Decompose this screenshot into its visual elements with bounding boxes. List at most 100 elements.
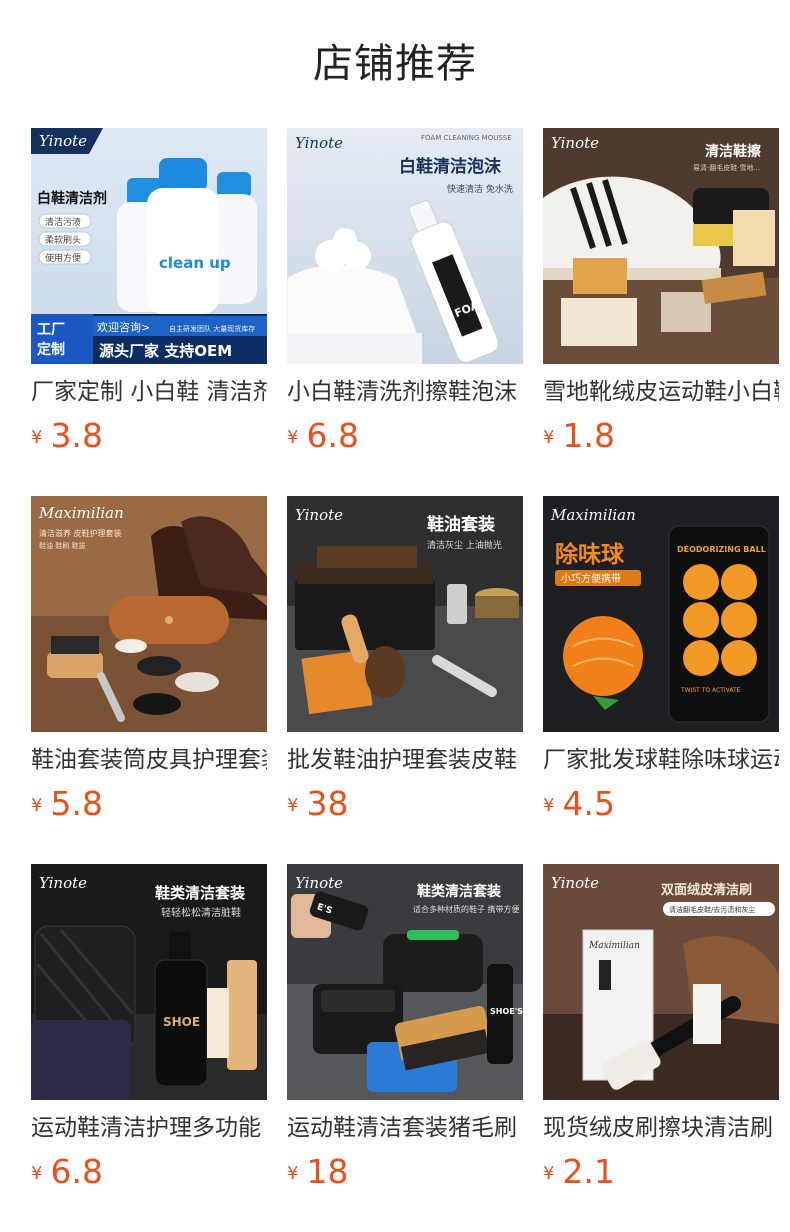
svg-text:Yinote: Yinote xyxy=(551,874,599,892)
svg-text:快速清洁 免水洗: 快速清洁 免水洗 xyxy=(447,183,513,195)
shoe-polish-kit-image: Maximilian 清洁滋养 皮鞋护理套装 鞋油 鞋刷 鞋拔 xyxy=(31,496,267,732)
svg-text:欢迎咨询>: 欢迎咨询> xyxy=(97,320,150,334)
foam-cleaner-image: Yinote FOAM CLEANING MOUSSE 白鞋清洁泡沫 快速清洁 … xyxy=(287,128,523,364)
currency-symbol: ¥ xyxy=(543,1163,555,1184)
product-price: ¥5.8 xyxy=(31,782,103,826)
svg-text:Yinote: Yinote xyxy=(295,506,343,524)
svg-text:白鞋清洁泡沫: 白鞋清洁泡沫 xyxy=(399,156,502,177)
svg-text:TWIST TO ACTIVATE: TWIST TO ACTIVATE xyxy=(680,687,741,694)
svg-text:易清·翻毛皮鞋·雪地...: 易清·翻毛皮鞋·雪地... xyxy=(693,163,760,172)
product-image[interactable]: Yinote FOAM CLEANING MOUSSE 白鞋清洁泡沫 快速清洁 … xyxy=(287,128,523,364)
product-price: ¥1.8 xyxy=(543,414,615,458)
svg-text:小巧方便携带: 小巧方便携带 xyxy=(561,572,621,585)
cleaning-eraser-image: Yinote 清洁鞋擦 易清·翻毛皮鞋·雪地... xyxy=(543,128,779,364)
svg-text:轻轻松松清洁脏鞋: 轻轻松松清洁脏鞋 xyxy=(161,906,241,919)
svg-text:清洁滋养 皮鞋护理套装: 清洁滋养 皮鞋护理套装 xyxy=(39,528,122,538)
svg-text:clean up: clean up xyxy=(159,254,231,272)
product-image[interactable]: Yinote 白鞋清洁剂 清洁污渍 柔软刷头 使用方便 clean up 工厂 … xyxy=(31,128,267,364)
price-value: 38 xyxy=(306,784,349,823)
svg-text:源头厂家 支持OEM: 源头厂家 支持OEM xyxy=(99,342,232,360)
svg-text:Maximilian: Maximilian xyxy=(38,504,124,522)
svg-text:Yinote: Yinote xyxy=(295,134,343,152)
product-image[interactable]: Yinote 鞋类清洁套装 适合多种材质的鞋子 携带方便 E'S SHOE'S xyxy=(287,864,523,1100)
product-image[interactable]: Yinote 双面绒皮清洁刷 清洁翻毛皮鞋/去污渍和灰尘 Maximilian xyxy=(543,864,779,1100)
product-card[interactable]: Maximilian 除味球 小巧方便携带 DEODORIZING BALL T… xyxy=(543,496,779,836)
product-price: ¥38 xyxy=(287,782,348,826)
currency-symbol: ¥ xyxy=(543,795,555,816)
product-name[interactable]: 批发鞋油护理套装皮鞋 xyxy=(287,743,523,777)
currency-symbol: ¥ xyxy=(543,427,555,448)
svg-text:Yinote: Yinote xyxy=(295,874,343,892)
product-name[interactable]: 运动鞋清洁护理多功能 xyxy=(31,1111,267,1145)
product-image[interactable]: Maximilian 清洁滋养 皮鞋护理套装 鞋油 鞋刷 鞋拔 xyxy=(31,496,267,732)
product-name[interactable]: 厂家批发球鞋除味球运动 xyxy=(543,743,779,777)
svg-text:Maximilian: Maximilian xyxy=(550,506,636,524)
svg-text:适合多种材质的鞋子 携带方便: 适合多种材质的鞋子 携带方便 xyxy=(413,904,520,914)
currency-symbol: ¥ xyxy=(31,1163,43,1184)
svg-text:Yinote: Yinote xyxy=(551,134,599,152)
price-value: 3.8 xyxy=(50,416,103,455)
product-card[interactable]: Yinote 鞋类清洁套装 轻轻松松清洁脏鞋 SHOE 运动鞋清洁护理多功能 ¥… xyxy=(31,864,267,1204)
currency-symbol: ¥ xyxy=(287,427,299,448)
svg-text:工厂: 工厂 xyxy=(37,322,65,338)
sneaker-cleaning-kit-image: Yinote 鞋类清洁套装 轻轻松松清洁脏鞋 SHOE xyxy=(31,864,267,1100)
product-price: ¥3.8 xyxy=(31,414,103,458)
product-name[interactable]: 厂家定制 小白鞋 清洁剂 xyxy=(31,375,267,409)
polish-set-image: Yinote 鞋油套装 清洁灰尘 上油抛光 xyxy=(287,496,523,732)
product-price: ¥6.8 xyxy=(31,1150,103,1194)
suede-brush-image: Yinote 双面绒皮清洁刷 清洁翻毛皮鞋/去污渍和灰尘 Maximilian xyxy=(543,864,779,1100)
svg-text:鞋油套装: 鞋油套装 xyxy=(427,514,495,535)
price-value: 5.8 xyxy=(50,784,103,823)
svg-text:鞋类清洁套装: 鞋类清洁套装 xyxy=(417,883,502,900)
price-value: 4.5 xyxy=(562,784,615,823)
svg-text:定制: 定制 xyxy=(37,341,65,358)
product-card[interactable]: Maximilian 清洁滋养 皮鞋护理套装 鞋油 鞋刷 鞋拔 鞋油套装筒皮具护… xyxy=(31,496,267,836)
product-card[interactable]: Yinote 鞋油套装 清洁灰尘 上油抛光 批发鞋油护理套装皮鞋 ¥ 38 xyxy=(287,496,523,836)
product-image[interactable]: Yinote 鞋油套装 清洁灰尘 上油抛光 xyxy=(287,496,523,732)
price-value: 2.1 xyxy=(562,1152,615,1191)
currency-symbol: ¥ xyxy=(287,1163,299,1184)
svg-text:白鞋清洁剂: 白鞋清洁剂 xyxy=(37,190,107,207)
product-card[interactable]: Yinote 鞋类清洁套装 适合多种材质的鞋子 携带方便 E'S SHOE'S … xyxy=(287,864,523,1204)
boar-brush-kit-image: Yinote 鞋类清洁套装 适合多种材质的鞋子 携带方便 E'S SHOE'S xyxy=(287,864,523,1100)
product-card[interactable]: Yinote 双面绒皮清洁刷 清洁翻毛皮鞋/去污渍和灰尘 Maximilian xyxy=(543,864,779,1204)
product-image[interactable]: Yinote 鞋类清洁套装 轻轻松松清洁脏鞋 SHOE xyxy=(31,864,267,1100)
currency-symbol: ¥ xyxy=(31,427,43,448)
svg-text:FOAM CLEANING MOUSSE: FOAM CLEANING MOUSSE xyxy=(421,134,512,142)
svg-text:清洁鞋擦: 清洁鞋擦 xyxy=(705,143,761,160)
product-image[interactable]: Yinote 清洁鞋擦 易清·翻毛皮鞋·雪地... xyxy=(543,128,779,364)
svg-text:柔软刷头: 柔软刷头 xyxy=(45,234,81,246)
svg-text:清洁翻毛皮鞋/去污渍和灰尘: 清洁翻毛皮鞋/去污渍和灰尘 xyxy=(669,905,755,914)
svg-text:SHOE'S: SHOE'S xyxy=(490,1007,523,1016)
product-name[interactable]: 运动鞋清洁套装猪毛刷 xyxy=(287,1111,523,1145)
svg-text:SHOE: SHOE xyxy=(163,1015,200,1029)
svg-text:除味球: 除味球 xyxy=(555,541,625,568)
product-price: ¥4.5 xyxy=(543,782,615,826)
product-image[interactable]: Maximilian 除味球 小巧方便携带 DEODORIZING BALL T… xyxy=(543,496,779,732)
svg-text:DEODORIZING BALL: DEODORIZING BALL xyxy=(677,545,766,554)
price-value: 6.8 xyxy=(306,416,359,455)
white-shoe-cleaner-image: Yinote 白鞋清洁剂 清洁污渍 柔软刷头 使用方便 clean up 工厂 … xyxy=(31,128,267,364)
product-name[interactable]: 鞋油套装筒皮具护理套装 xyxy=(31,743,267,777)
svg-text:自主研发团队 大量现货库存: 自主研发团队 大量现货库存 xyxy=(169,324,255,333)
currency-symbol: ¥ xyxy=(287,795,299,816)
price-value: 18 xyxy=(306,1152,349,1191)
svg-text:鞋类清洁套装: 鞋类清洁套装 xyxy=(155,884,246,902)
product-name[interactable]: 雪地靴绒皮运动鞋小白鞋 xyxy=(543,375,779,409)
svg-text:清洁污渍: 清洁污渍 xyxy=(45,216,81,228)
currency-symbol: ¥ xyxy=(31,795,43,816)
product-card[interactable]: Yinote 白鞋清洁剂 清洁污渍 柔软刷头 使用方便 clean up 工厂 … xyxy=(31,128,267,468)
svg-text:清洁灰尘 上油抛光: 清洁灰尘 上油抛光 xyxy=(427,539,502,551)
brand-logo: Yinote xyxy=(39,132,87,150)
deodorizing-ball-image: Maximilian 除味球 小巧方便携带 DEODORIZING BALL T… xyxy=(543,496,779,732)
svg-text:使用方便: 使用方便 xyxy=(45,252,81,264)
product-name[interactable]: 现货绒皮刷擦块清洁刷 xyxy=(543,1111,779,1145)
product-card[interactable]: Yinote 清洁鞋擦 易清·翻毛皮鞋·雪地... 雪地靴绒皮运动鞋小白鞋 ¥ … xyxy=(543,128,779,468)
product-name[interactable]: 小白鞋清洗剂擦鞋泡沫 xyxy=(287,375,523,409)
svg-text:Yinote: Yinote xyxy=(39,874,87,892)
price-value: 6.8 xyxy=(50,1152,103,1191)
svg-text:鞋油 鞋刷 鞋拔: 鞋油 鞋刷 鞋拔 xyxy=(39,541,85,550)
store-recommendations-page: 店铺推荐 Yinote 白鞋清洁剂 清洁污渍 柔软刷头 使用方便 clean u… xyxy=(0,0,790,1232)
product-price: ¥18 xyxy=(287,1150,348,1194)
product-card[interactable]: Yinote FOAM CLEANING MOUSSE 白鞋清洁泡沫 快速清洁 … xyxy=(287,128,523,468)
